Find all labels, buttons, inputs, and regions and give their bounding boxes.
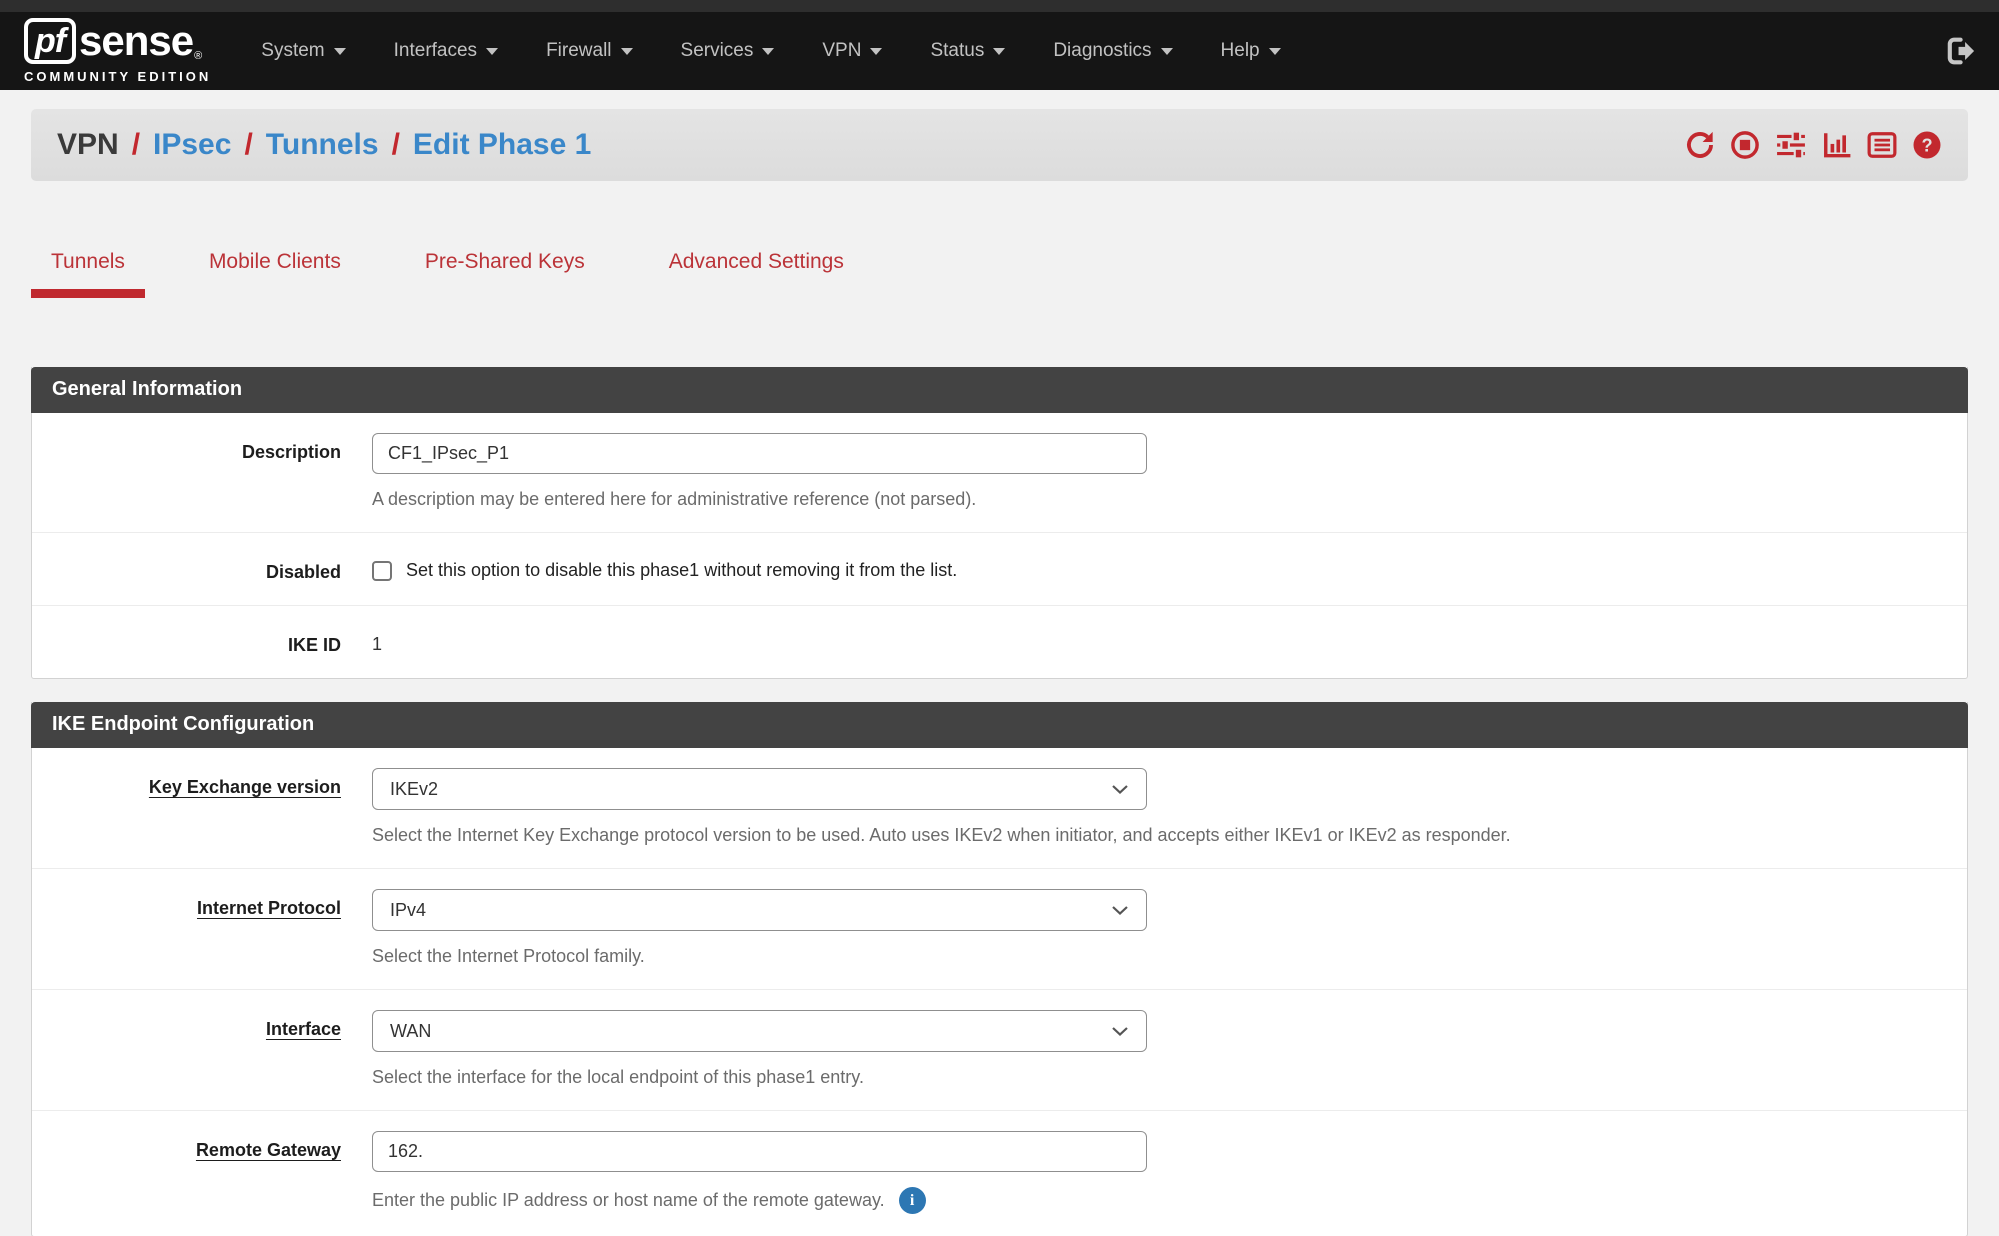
menu-status[interactable]: Status <box>906 40 1029 62</box>
refresh-icon[interactable] <box>1685 130 1715 160</box>
key-exchange-help: Select the Internet Key Exchange protoco… <box>372 825 1937 846</box>
key-exchange-label: Key Exchange version <box>32 768 372 846</box>
tab-bar: Tunnels Mobile Clients Pre-Shared Keys A… <box>31 250 1968 298</box>
description-label: Description <box>32 433 372 510</box>
key-exchange-select[interactable]: IKEv2 <box>372 768 1147 810</box>
main-menu: System Interfaces Firewall Services VPN … <box>237 40 1304 62</box>
description-help: A description may be entered here for ad… <box>372 489 1937 510</box>
breadcrumb: VPN / IPsec / Tunnels / Edit Phase 1 <box>57 128 591 162</box>
top-strip <box>0 0 1999 12</box>
remote-gateway-label: Remote Gateway <box>32 1131 372 1214</box>
caret-down-icon <box>870 48 882 55</box>
caret-down-icon <box>334 48 346 55</box>
caret-down-icon <box>621 48 633 55</box>
registered-mark: ® <box>194 50 202 62</box>
breadcrumb-separator: / <box>392 128 400 162</box>
logo-edition-text: COMMUNITY EDITION <box>24 69 211 84</box>
menu-vpn[interactable]: VPN <box>798 40 906 62</box>
disabled-checkbox[interactable] <box>372 561 392 581</box>
chevron-down-icon <box>1111 905 1129 916</box>
title-action-icons: ? <box>1685 130 1942 160</box>
internet-protocol-label: Internet Protocol <box>32 889 372 967</box>
description-input[interactable] <box>372 433 1147 474</box>
tab-pre-shared-keys[interactable]: Pre-Shared Keys <box>405 250 605 298</box>
navbar: pf sense ® COMMUNITY EDITION System Inte… <box>0 12 1999 90</box>
titlebar: VPN / IPsec / Tunnels / Edit Phase 1 <box>31 109 1968 181</box>
interface-label: Interface <box>32 1010 372 1088</box>
tab-mobile-clients[interactable]: Mobile Clients <box>189 250 361 298</box>
breadcrumb-edit-phase1-link[interactable]: Edit Phase 1 <box>413 128 591 162</box>
caret-down-icon <box>1161 48 1173 55</box>
disabled-checkbox-label: Set this option to disable this phase1 w… <box>406 560 957 581</box>
breadcrumb-ipsec-link[interactable]: IPsec <box>153 128 231 162</box>
caret-down-icon <box>486 48 498 55</box>
bar-chart-icon[interactable] <box>1822 130 1852 160</box>
breadcrumb-vpn: VPN <box>57 128 119 162</box>
ike-id-row: IKE ID 1 <box>32 605 1967 678</box>
remote-gateway-input[interactable] <box>372 1131 1147 1172</box>
pf-logo-box: pf <box>24 18 76 64</box>
chevron-down-icon <box>1111 784 1129 795</box>
remote-gateway-help: Enter the public IP address or host name… <box>372 1187 1937 1214</box>
menu-firewall[interactable]: Firewall <box>522 40 656 62</box>
panel-title-ike-endpoint: IKE Endpoint Configuration <box>31 702 1968 748</box>
svg-text:?: ? <box>1921 135 1932 155</box>
pfsense-logo[interactable]: pf sense ® COMMUNITY EDITION <box>24 18 211 84</box>
description-row: Description A description may be entered… <box>32 413 1967 532</box>
sign-out-icon[interactable] <box>1943 34 1977 68</box>
sliders-icon[interactable] <box>1775 130 1807 160</box>
log-list-icon[interactable] <box>1867 130 1897 160</box>
stop-circle-icon[interactable] <box>1730 130 1760 160</box>
ike-endpoint-panel: IKE Endpoint Configuration Key Exchange … <box>31 702 1968 1236</box>
ike-id-label: IKE ID <box>32 626 372 656</box>
interface-select[interactable]: WAN <box>372 1010 1147 1052</box>
menu-help[interactable]: Help <box>1197 40 1305 62</box>
interface-help: Select the interface for the local endpo… <box>372 1067 1937 1088</box>
help-question-icon[interactable]: ? <box>1912 130 1942 160</box>
tab-advanced-settings[interactable]: Advanced Settings <box>649 250 864 298</box>
interface-row: Interface WAN Select the interface for t… <box>32 989 1967 1110</box>
menu-services[interactable]: Services <box>657 40 799 62</box>
disabled-row: Disabled Set this option to disable this… <box>32 532 1967 605</box>
breadcrumb-separator: / <box>244 128 252 162</box>
panel-title-general: General Information <box>31 367 1968 413</box>
tab-tunnels[interactable]: Tunnels <box>31 250 145 298</box>
logo-sense-text: sense <box>79 20 193 62</box>
chevron-down-icon <box>1111 1026 1129 1037</box>
caret-down-icon <box>993 48 1005 55</box>
breadcrumb-tunnels-link[interactable]: Tunnels <box>266 128 379 162</box>
menu-system[interactable]: System <box>237 40 369 62</box>
info-icon[interactable]: i <box>899 1187 926 1214</box>
menu-interfaces[interactable]: Interfaces <box>370 40 522 62</box>
general-information-panel: General Information Description A descri… <box>31 367 1968 679</box>
internet-protocol-help: Select the Internet Protocol family. <box>372 946 1937 967</box>
key-exchange-row: Key Exchange version IKEv2 Select the In… <box>32 748 1967 868</box>
ike-id-value: 1 <box>372 626 1937 655</box>
menu-diagnostics[interactable]: Diagnostics <box>1029 40 1196 62</box>
breadcrumb-separator: / <box>132 128 140 162</box>
remote-gateway-row: Remote Gateway Enter the public IP addre… <box>32 1110 1967 1236</box>
caret-down-icon <box>762 48 774 55</box>
disabled-label: Disabled <box>32 553 372 583</box>
internet-protocol-row: Internet Protocol IPv4 Select the Intern… <box>32 868 1967 989</box>
caret-down-icon <box>1269 48 1281 55</box>
internet-protocol-select[interactable]: IPv4 <box>372 889 1147 931</box>
